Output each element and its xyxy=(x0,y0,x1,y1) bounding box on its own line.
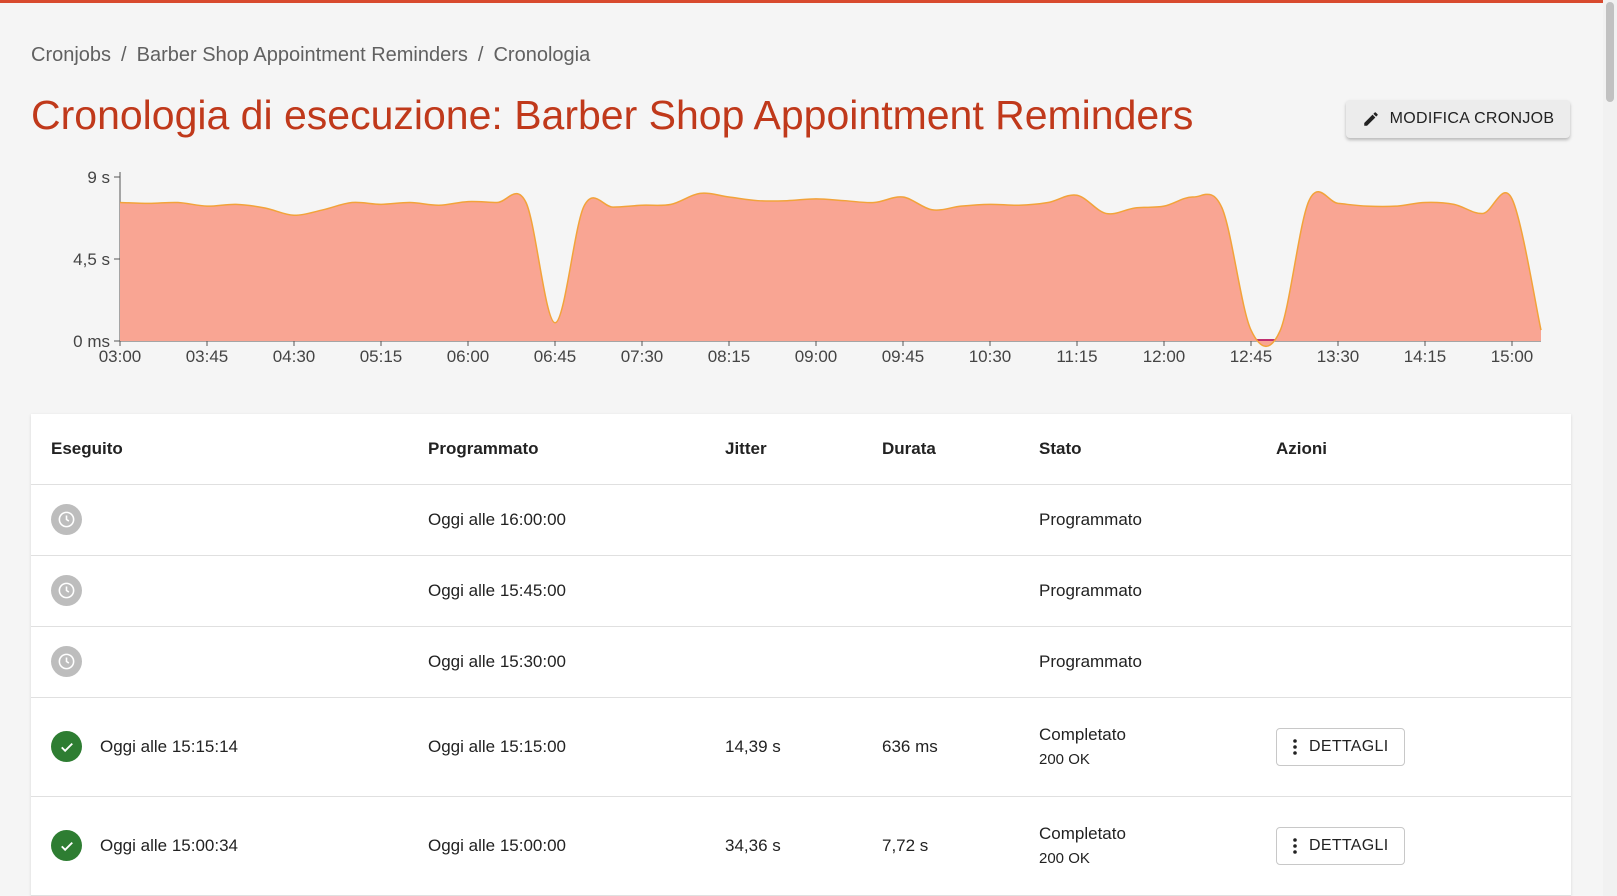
status-cell: Completato 200 OK xyxy=(1019,697,1256,797)
pencil-icon xyxy=(1363,112,1378,126)
clock-icon xyxy=(51,504,82,535)
scheduled-time: Oggi alle 15:30:00 xyxy=(408,626,705,698)
x-tick-label: 03:45 xyxy=(186,347,229,366)
actions-cell xyxy=(1256,555,1571,627)
breadcrumb-job[interactable]: Barber Shop Appointment Reminders xyxy=(137,44,468,67)
check-circle-icon xyxy=(51,830,82,861)
jitter-value xyxy=(705,626,862,698)
breadcrumb: Cronjobs / Barber Shop Appointment Remin… xyxy=(31,44,590,67)
x-tick-label: 06:00 xyxy=(447,347,490,366)
table-row: Oggi alle 15:30:00 Programmato xyxy=(31,626,1571,698)
x-tick-label: 05:15 xyxy=(360,347,403,366)
x-tick-label: 10:30 xyxy=(969,347,1012,366)
y-tick-label: 9 s xyxy=(87,168,110,187)
x-tick-label: 15:00 xyxy=(1491,347,1534,366)
x-tick-label: 11:15 xyxy=(1056,347,1097,366)
table-header-row: Eseguito Programmato Jitter Durata Stato… xyxy=(31,414,1571,485)
table-row: Oggi alle 15:45:00 Programmato xyxy=(31,555,1571,627)
edit-cronjob-label: MODIFICA CRONJOB xyxy=(1389,110,1555,127)
x-tick-label: 06:45 xyxy=(534,347,577,366)
status-cell: Completato 200 OK xyxy=(1019,796,1256,896)
clock-icon xyxy=(51,575,82,606)
http-status: 200 OK xyxy=(1039,850,1090,867)
status-text: Completato xyxy=(1039,725,1126,744)
x-tick-label: 09:00 xyxy=(795,347,838,366)
more-vertical-icon xyxy=(1293,837,1297,854)
status-text: Programmato xyxy=(1019,626,1256,698)
duration-value xyxy=(862,626,1019,698)
x-tick-label: 03:00 xyxy=(99,347,142,366)
details-button[interactable]: DETTAGLI xyxy=(1276,826,1406,865)
x-tick-label: 13:30 xyxy=(1317,347,1360,366)
x-tick-label: 08:15 xyxy=(708,347,751,366)
x-tick-label: 04:30 xyxy=(273,347,316,366)
y-tick-label: 4,5 s xyxy=(73,250,110,269)
http-status: 200 OK xyxy=(1039,751,1090,768)
clock-icon xyxy=(51,646,82,677)
more-vertical-icon xyxy=(1293,738,1297,755)
x-tick-label: 12:00 xyxy=(1143,347,1186,366)
scheduled-time: Oggi alle 15:45:00 xyxy=(408,555,705,627)
column-header-executed[interactable]: Eseguito xyxy=(31,414,408,485)
table-row: Oggi alle 15:00:34 Oggi alle 15:00:00 34… xyxy=(31,796,1571,896)
column-header-jitter[interactable]: Jitter xyxy=(705,414,862,485)
status-text: Programmato xyxy=(1019,484,1256,556)
breadcrumb-current: Cronologia xyxy=(493,44,591,66)
edit-cronjob-button[interactable]: MODIFICA CRONJOB xyxy=(1346,100,1570,138)
page-scrollbar[interactable] xyxy=(1603,0,1617,896)
check-circle-icon xyxy=(51,731,82,762)
duration-value: 7,72 s xyxy=(862,796,1019,896)
executions-table-card: Eseguito Programmato Jitter Durata Stato… xyxy=(31,414,1571,896)
jitter-value: 14,39 s xyxy=(705,697,862,797)
breadcrumb-separator: / xyxy=(477,44,484,66)
table-row: Oggi alle 16:00:00 Programmato xyxy=(31,484,1571,556)
details-label: DETTAGLI xyxy=(1309,737,1389,755)
table-row: Oggi alle 15:15:14 Oggi alle 15:15:00 14… xyxy=(31,697,1571,797)
actions-cell xyxy=(1256,626,1571,698)
scrollbar-thumb[interactable] xyxy=(1606,2,1614,102)
duration-area xyxy=(120,191,1541,347)
breadcrumb-separator: / xyxy=(121,44,127,66)
x-tick-label: 12:45 xyxy=(1230,347,1273,366)
column-header-status[interactable]: Stato xyxy=(1019,414,1256,485)
execution-duration-chart: 0 ms4,5 s9 s03:00 03:45 04:30 05:15 06:00 06:… xyxy=(73,168,1542,366)
status-text: Completato xyxy=(1039,824,1126,843)
jitter-value xyxy=(705,484,862,556)
actions-cell xyxy=(1256,484,1571,556)
x-tick-label: 14:15 xyxy=(1404,347,1447,366)
duration-value: 636 ms xyxy=(862,697,1019,797)
x-tick-label: 09:45 xyxy=(882,347,925,366)
page-title: Cronologia di esecuzione: Barber Shop Ap… xyxy=(31,92,1194,138)
scheduled-time: Oggi alle 16:00:00 xyxy=(408,484,705,556)
executed-time: Oggi alle 15:00:34 xyxy=(100,835,238,855)
jitter-value: 34,36 s xyxy=(705,796,862,896)
duration-value xyxy=(862,555,1019,627)
x-tick-label: 07:30 xyxy=(621,347,664,366)
details-button[interactable]: DETTAGLI xyxy=(1276,727,1406,766)
executed-time: Oggi alle 15:15:14 xyxy=(100,736,238,756)
details-label: DETTAGLI xyxy=(1309,836,1389,854)
scheduled-time: Oggi alle 15:15:00 xyxy=(408,697,705,797)
column-header-actions: Azioni xyxy=(1256,414,1571,485)
scheduled-time: Oggi alle 15:00:00 xyxy=(408,796,705,896)
column-header-scheduled[interactable]: Programmato xyxy=(408,414,705,485)
column-header-duration[interactable]: Durata xyxy=(862,414,1019,485)
top-accent-bar xyxy=(0,0,1617,3)
duration-value xyxy=(862,484,1019,556)
executions-table: Eseguito Programmato Jitter Durata Stato… xyxy=(31,414,1571,896)
status-text: Programmato xyxy=(1019,555,1256,627)
breadcrumb-cronjobs[interactable]: Cronjobs xyxy=(31,44,111,67)
jitter-value xyxy=(705,555,862,627)
